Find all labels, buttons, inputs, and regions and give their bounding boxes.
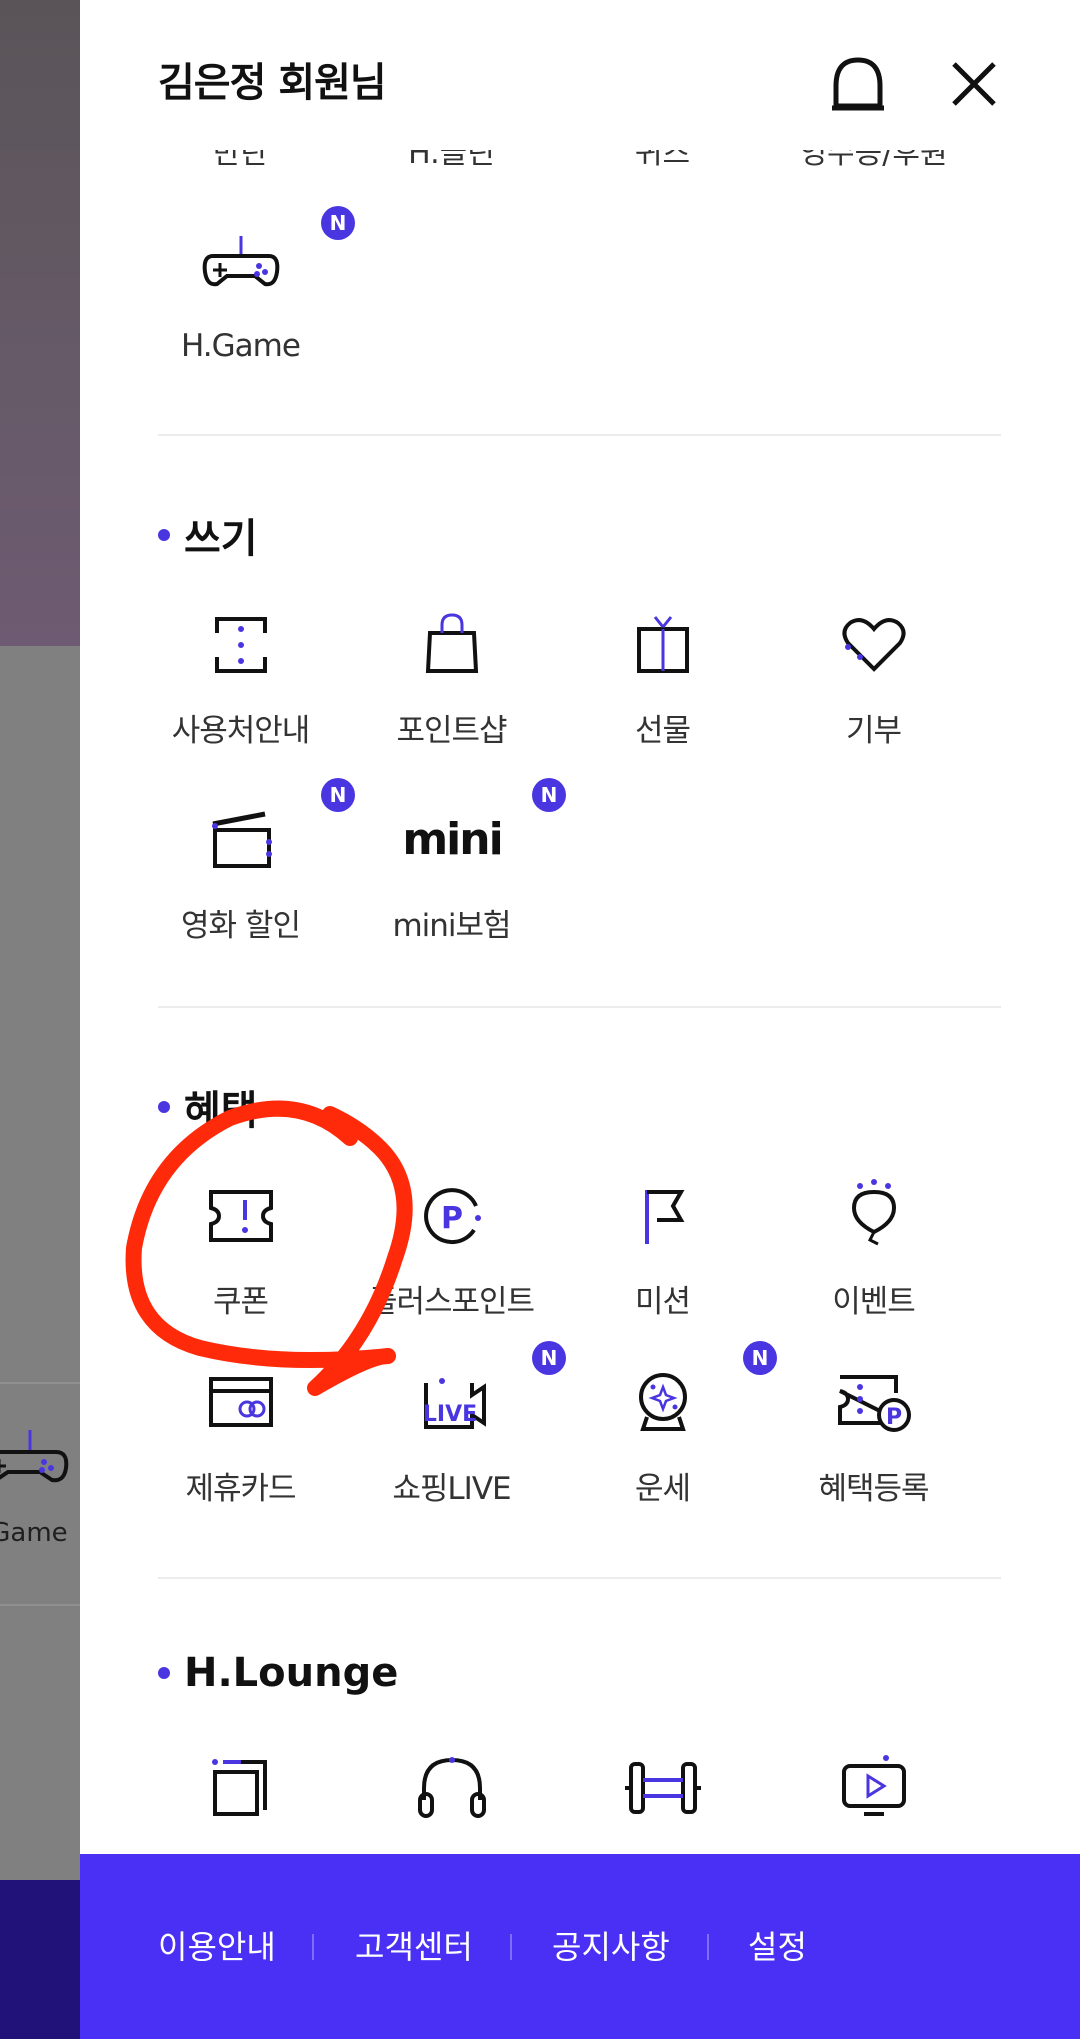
menu-item-label: 플러스포인트 <box>368 1284 535 1320</box>
menu-item-point-shop[interactable]: 포인트샵 <box>346 605 557 775</box>
mini-logo-icon: mini <box>402 814 503 865</box>
balloon-icon <box>851 1179 897 1246</box>
background-game-label: .Game <box>0 1518 68 1548</box>
new-badge: N <box>532 778 566 812</box>
background-divider <box>0 1604 80 1606</box>
point-p-glyph: P <box>441 1201 463 1236</box>
menu-item-label: 운세 <box>634 1471 691 1507</box>
side-menu-drawer: 반탄 H.클린 퀴즈 영수증/후원 N H.Game 쓰기 사용처안내 포인트샵… <box>80 0 1080 2039</box>
menu-item-label: 포인트샵 <box>396 713 507 749</box>
menu-item-label: 제휴카드 <box>185 1471 296 1507</box>
menu-item-label: 영화 할인 <box>181 908 301 944</box>
register-p-glyph: P <box>886 1405 902 1430</box>
headphones-icon <box>418 1757 486 1818</box>
menu-item-mini-insurance[interactable]: mini N mini보험 <box>346 778 566 970</box>
footer-link-guide[interactable]: 이용안내 <box>158 1922 276 1968</box>
credit-card-icon <box>209 1377 273 1427</box>
background-page-top <box>0 0 80 646</box>
close-icon[interactable] <box>946 56 1002 112</box>
map-pin-icon <box>211 617 271 673</box>
footer-link-settings[interactable]: 설정 <box>748 1922 807 1968</box>
play-screen-icon <box>842 1755 906 1816</box>
gamepad-icon <box>202 236 280 287</box>
section-title-use: 쓰기 <box>158 506 258 564</box>
new-badge: N <box>321 206 355 240</box>
footer-link-support[interactable]: 고객센터 <box>355 1922 473 1968</box>
heart-icon <box>842 618 906 672</box>
plus-point-icon: P <box>424 1188 481 1245</box>
drawer-footer: 이용안내 고객센터 공지사항 설정 <box>80 1854 1080 2039</box>
background-page <box>0 646 80 1880</box>
dumbbell-icon <box>625 1762 701 1814</box>
section-title-benefit: 혜택 <box>158 1078 258 1136</box>
menu-item-label: 쇼핑LIVE <box>392 1471 511 1507</box>
bell-icon[interactable] <box>826 52 890 116</box>
menu-item-label: 기부 <box>845 713 902 749</box>
footer-separator <box>510 1934 512 1960</box>
menu-item-movie-discount[interactable]: N 영화 할인 <box>135 778 355 970</box>
live-camera-icon: LIVE <box>423 1378 486 1429</box>
menu-item-partner-card[interactable]: 제휴카드 <box>135 1363 346 1533</box>
menu-item-plus-point[interactable]: P 플러스포인트 <box>346 1176 557 1346</box>
footer-link-notice[interactable]: 공지사항 <box>552 1922 670 1968</box>
menu-scroll-area[interactable]: 반탄 H.클린 퀴즈 영수증/후원 N H.Game 쓰기 사용처안내 포인트샵… <box>80 0 1080 1854</box>
user-name: 김은정 회원님 <box>158 60 387 106</box>
menu-item-label: 미션 <box>634 1284 691 1320</box>
footer-separator <box>312 1934 314 1960</box>
menu-item-mission[interactable]: 미션 <box>557 1176 768 1346</box>
bullet-dot <box>158 529 170 541</box>
section-title-lounge: H.Lounge <box>158 1650 398 1696</box>
menu-item-gift[interactable]: 선물 <box>557 605 768 775</box>
bullet-dot <box>158 1101 170 1113</box>
menu-item-hgame[interactable]: N H.Game <box>135 206 355 398</box>
layers-icon <box>212 1759 267 1816</box>
section-title-text: H.Lounge <box>184 1650 399 1696</box>
section-title-text: 혜택 <box>184 1088 258 1134</box>
footer-separator <box>707 1934 709 1960</box>
menu-item-label: mini보험 <box>392 908 511 944</box>
menu-item-label: 혜택등록 <box>818 1471 929 1507</box>
clapperboard-icon <box>212 811 272 868</box>
background-footer <box>0 1880 80 2039</box>
section-divider <box>158 434 1001 436</box>
bullet-dot <box>158 1667 170 1679</box>
menu-item-coupon[interactable]: 쿠폰 <box>135 1176 346 1346</box>
menu-item-store-guide[interactable]: 사용처안내 <box>135 605 346 775</box>
live-text-glyph: LIVE <box>423 1402 477 1427</box>
menu-item-label: 사용처안내 <box>171 713 311 749</box>
background-divider <box>0 1382 80 1384</box>
coupon-ticket-icon <box>209 1190 273 1242</box>
shopping-bag-icon <box>425 613 479 673</box>
flag-icon <box>645 1190 685 1244</box>
menu-item-benefit-register[interactable]: P 혜택등록 <box>768 1363 979 1533</box>
menu-item-label: 선물 <box>634 713 691 749</box>
section-divider <box>158 1577 1001 1579</box>
section-divider <box>158 1006 1001 1008</box>
menu-item-shopping-live[interactable]: LIVE N 쇼핑LIVE <box>346 1341 566 1533</box>
gamepad-icon <box>0 1430 69 1483</box>
menu-item-fortune[interactable]: N 운세 <box>557 1341 777 1533</box>
menu-item-label: H.Game <box>181 328 301 364</box>
crystal-ball-icon <box>639 1373 687 1431</box>
gift-icon <box>637 616 689 673</box>
drawer-header: 김은정 회원님 <box>80 0 1080 150</box>
menu-item-event[interactable]: 이벤트 <box>768 1176 979 1346</box>
section-title-text: 쓰기 <box>184 516 258 562</box>
benefit-register-icon: P <box>838 1375 911 1432</box>
menu-item-donation[interactable]: 기부 <box>768 605 979 775</box>
menu-item-label: 이벤트 <box>832 1284 916 1320</box>
menu-item-label: 쿠폰 <box>212 1284 269 1320</box>
